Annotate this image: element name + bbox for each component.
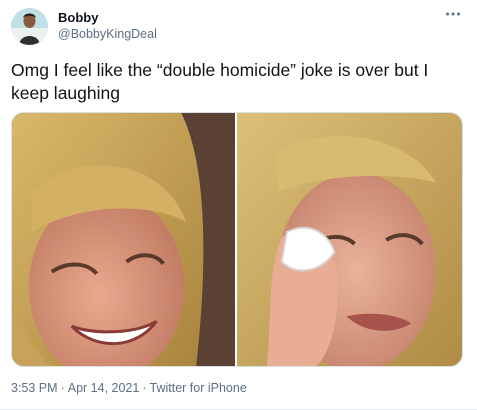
avatar[interactable] (11, 8, 48, 45)
crying-woman-wiping-tears-photo[interactable] (237, 113, 462, 366)
tweet-time[interactable]: 3:53 PM (11, 381, 58, 395)
more-dots-icon[interactable] (445, 6, 461, 20)
tweet-source[interactable]: Twitter for iPhone (150, 381, 247, 395)
meta-separator: · (60, 381, 65, 395)
user-handle[interactable]: @BobbyKingDeal (58, 26, 157, 42)
tweet-date[interactable]: Apr 14, 2021 (68, 381, 140, 395)
tweet: Bobby @BobbyKingDeal Omg I feel like the… (0, 0, 477, 410)
tweet-meta: 3:53 PM · Apr 14, 2021 · Twitter for iPhone (11, 380, 247, 396)
media-grid[interactable] (11, 112, 463, 367)
crying-laughing-woman-photo[interactable] (12, 113, 235, 366)
meta-separator: · (142, 381, 147, 395)
display-name[interactable]: Bobby (58, 10, 98, 26)
tweet-text: Omg I feel like the “double homicide” jo… (11, 60, 429, 103)
